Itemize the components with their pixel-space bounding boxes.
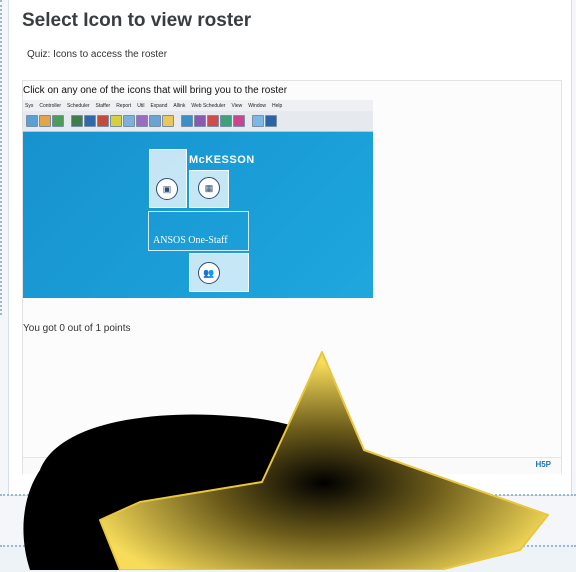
star-overlay <box>23 351 549 570</box>
